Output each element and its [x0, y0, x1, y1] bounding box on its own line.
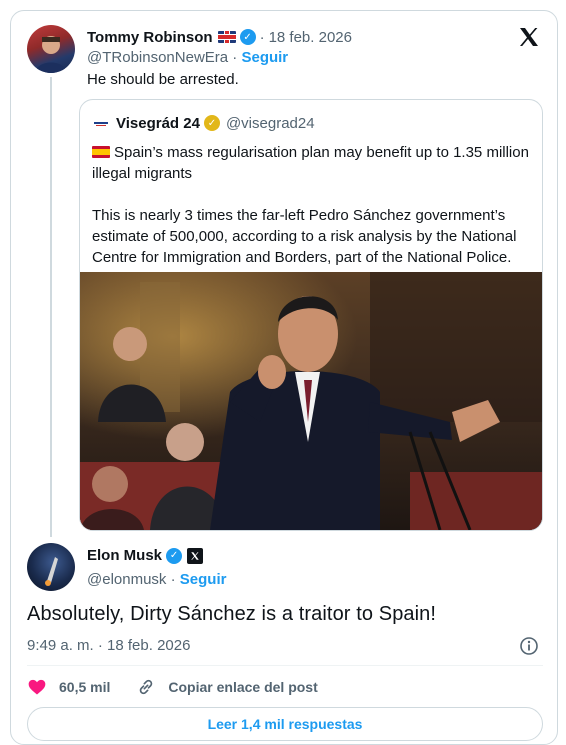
separator: · — [232, 49, 238, 66]
quoted-post[interactable]: Visegrád 24 ✓ @visegrad24 Spain’s mass r… — [79, 99, 543, 531]
verified-badge-icon[interactable]: ✓ — [239, 29, 256, 45]
author-handle[interactable]: @elonmusk — [87, 571, 166, 588]
link-icon[interactable] — [136, 677, 156, 697]
info-icon[interactable] — [519, 636, 539, 656]
tweet-handle-row: @elonmusk · Seguir — [87, 571, 226, 588]
quoted-handle[interactable]: @visegrad24 — [226, 115, 315, 132]
quoted-avatar[interactable] — [92, 114, 110, 132]
quoted-photo[interactable] — [80, 272, 542, 530]
verified-gold-badge-icon: ✓ — [203, 115, 220, 131]
verified-badge-icon[interactable]: ✓ — [166, 547, 183, 564]
follow-button[interactable]: Seguir — [180, 571, 227, 588]
spain-flag-icon — [92, 146, 110, 158]
tweet-header: Elon Musk ✓ — [87, 547, 204, 564]
avatar-elon-musk[interactable] — [27, 543, 75, 591]
avatar-tommy-robinson[interactable] — [27, 25, 75, 73]
separator: · — [170, 571, 176, 588]
author-handle[interactable]: @TRobinsonNewEra — [87, 49, 228, 66]
like-count[interactable]: 60,5 mil — [59, 679, 110, 695]
uk-flag-icon — [217, 31, 236, 43]
follow-button[interactable]: Seguir — [241, 49, 288, 66]
author-name[interactable]: Tommy Robinson — [87, 29, 213, 46]
tweet-timestamp[interactable]: 9:49 a. m. · 18 feb. 2026 — [27, 637, 190, 654]
thread-line — [50, 77, 52, 537]
read-replies-button[interactable]: Leer 1,4 mil respuestas — [27, 707, 543, 741]
quoted-header: Visegrád 24 ✓ @visegrad24 — [92, 114, 315, 132]
post-date[interactable]: 18 feb. 2026 — [269, 29, 352, 46]
divider — [27, 665, 543, 666]
quoted-body: Spain’s mass regularisation plan may ben… — [92, 142, 536, 268]
x-affiliation-icon[interactable] — [187, 547, 204, 564]
reply-text: He should be arrested. — [87, 71, 239, 88]
quoted-paragraph-1: Spain’s mass regularisation plan may ben… — [92, 142, 536, 184]
reply-handle-row: @TRobinsonNewEra · Seguir — [87, 49, 288, 66]
quoted-line-1: Spain’s mass regularisation plan may ben… — [92, 144, 529, 182]
heart-icon[interactable] — [27, 677, 47, 697]
post-card: Tommy Robinson ✓ · 18 feb. 2026 @TRobins… — [10, 10, 558, 745]
separator: · — [259, 28, 265, 46]
author-name[interactable]: Elon Musk — [87, 547, 162, 564]
reply-header: Tommy Robinson ✓ · 18 feb. 2026 — [87, 27, 547, 47]
action-bar: 60,5 mil Copiar enlace del post — [27, 675, 318, 699]
copy-link-button[interactable]: Copiar enlace del post — [168, 679, 317, 695]
tweet-text: Absolutely, Dirty Sánchez is a traitor t… — [27, 603, 437, 625]
quoted-author-name[interactable]: Visegrád 24 — [116, 115, 200, 132]
x-logo-icon[interactable] — [517, 25, 541, 49]
quoted-paragraph-2: This is nearly 3 times the far-left Pedr… — [92, 207, 517, 266]
